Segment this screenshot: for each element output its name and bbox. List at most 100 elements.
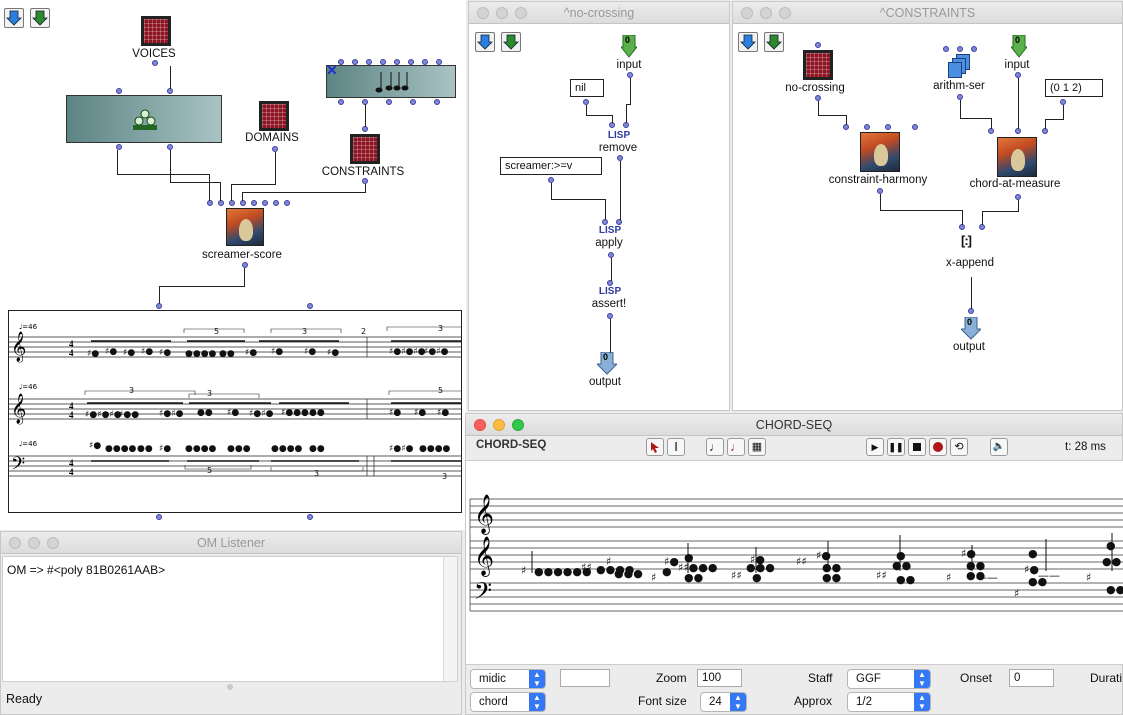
voice-outlet-4[interactable]: [410, 99, 416, 105]
close-x-icon[interactable]: ✕: [326, 62, 338, 79]
voice-inlet-8[interactable]: [436, 59, 442, 65]
minimize-button[interactable]: [496, 7, 508, 19]
zoom-button[interactable]: [47, 537, 59, 549]
constraints-box-icon[interactable]: [350, 134, 380, 164]
voice-outlet-5[interactable]: [434, 99, 440, 105]
blank-field[interactable]: [560, 669, 610, 687]
loop-button[interactable]: ⟲: [950, 438, 968, 456]
chord-tool-button[interactable]: ♩: [727, 438, 745, 456]
output-arrow-button[interactable]: [30, 8, 50, 28]
chord-seq-staff-area[interactable]: 𝄞 𝄞 𝄢 ♯ ●●●●●● ♯♯ ●●●● ♯ ●●● ♯ ● ♯● ♯♯●●● ● ●● …: [466, 460, 1123, 665]
voice-inlet-7[interactable]: [422, 59, 428, 65]
input-arrow-button[interactable]: [475, 32, 495, 52]
text-tool-button[interactable]: I: [667, 438, 685, 456]
listener-output-area[interactable]: OM => #<poly 81B0261AAB>: [2, 556, 458, 682]
chord-seq-titlebar[interactable]: CHORD-SEQ: [466, 414, 1122, 436]
score-inlet-1[interactable]: [156, 303, 162, 309]
chord-at-measure-icon[interactable]: [997, 137, 1037, 177]
main-patch-canvas[interactable]: VOICES DOMAINS ✕ CONSTRAINTS screamer-sc…: [0, 0, 466, 530]
poly-box[interactable]: [66, 95, 222, 143]
zoom-button[interactable]: [512, 419, 524, 431]
note-tool-button[interactable]: ♩: [706, 438, 724, 456]
stop-button[interactable]: [908, 438, 926, 456]
onset-input[interactable]: 0: [1009, 669, 1054, 687]
voice-inlet-2[interactable]: [352, 59, 358, 65]
voice-outlet-1[interactable]: [338, 99, 344, 105]
arithm-inlet-3[interactable]: [971, 46, 977, 52]
screamer-inlet-8[interactable]: [284, 200, 290, 206]
voice-box[interactable]: [326, 65, 456, 98]
voice-inlet-6[interactable]: [408, 59, 414, 65]
voice-inlet-3[interactable]: [366, 59, 372, 65]
zoom-input[interactable]: 100: [697, 669, 742, 687]
nil-value-box[interactable]: nil: [570, 79, 604, 97]
screamer-inlet-6[interactable]: [262, 200, 268, 206]
voices-outlet[interactable]: [152, 60, 158, 66]
record-button[interactable]: [929, 438, 947, 456]
screamer-outlet[interactable]: [242, 262, 248, 268]
poly-score-display[interactable]: 𝄞 𝄞 𝄢 44 44 44 ♩=46 ♩=46 ♩=46 ♯● ♯● ♯● ♯● ♯●…: [8, 310, 462, 513]
minimize-button[interactable]: [493, 419, 505, 431]
score-outlet-1[interactable]: [156, 514, 162, 520]
arrow-tool-button[interactable]: [646, 438, 664, 456]
harmony-inlet-2[interactable]: [864, 124, 870, 130]
pause-button[interactable]: ❚❚: [887, 438, 905, 456]
score-tool-button[interactable]: ▦: [748, 438, 766, 456]
input-box[interactable]: 0: [1009, 34, 1029, 59]
approx-select[interactable]: 1/2 ▲ ▼: [847, 692, 931, 712]
voices-box-icon[interactable]: [141, 16, 171, 46]
listener-titlebar[interactable]: OM Listener: [1, 532, 461, 554]
score-outlet-2[interactable]: [307, 514, 313, 520]
constraints-titlebar[interactable]: ^CONSTRAINTS: [733, 2, 1122, 24]
no-crossing-titlebar[interactable]: ^no-crossing: [469, 2, 729, 24]
input-arrow-button[interactable]: [738, 32, 758, 52]
close-button[interactable]: [474, 419, 486, 431]
font-size-select[interactable]: 24 ▲ ▼: [700, 692, 747, 712]
zoom-button[interactable]: [515, 7, 527, 19]
voice-outlet-3[interactable]: [386, 99, 392, 105]
screamer-inlet-2[interactable]: [218, 200, 224, 206]
screamer-score-icon[interactable]: [226, 208, 264, 246]
x-append-icon[interactable]: [:]: [961, 233, 983, 253]
output-box[interactable]: 0: [959, 316, 983, 341]
arithm-ser-icon[interactable]: [948, 54, 972, 78]
voice-inlet-4[interactable]: [380, 59, 386, 65]
output-arrow-button[interactable]: [501, 32, 521, 52]
screamer-inlet-1[interactable]: [207, 200, 213, 206]
listener-scrollbar[interactable]: [443, 557, 457, 681]
no-crossing-window[interactable]: ^no-crossing 0 input nil LISP remove scr…: [468, 1, 730, 411]
constraint-harmony-icon[interactable]: [860, 132, 900, 172]
staff-select[interactable]: GGF ▲ ▼: [847, 669, 931, 689]
input-arrow-button[interactable]: [4, 8, 24, 28]
close-button[interactable]: [477, 7, 489, 19]
arithm-inlet-1[interactable]: [943, 46, 949, 52]
no-crossing-icon[interactable]: [803, 50, 833, 80]
screamer-value-box[interactable]: screamer:>=v: [500, 157, 602, 175]
resize-handle[interactable]: [227, 684, 233, 690]
close-button[interactable]: [9, 537, 21, 549]
voice-inlet-1[interactable]: [338, 59, 344, 65]
list-value-box[interactable]: (0 1 2): [1045, 79, 1103, 97]
output-box[interactable]: 0: [595, 351, 619, 376]
poly-inlet-1[interactable]: [116, 88, 122, 94]
audio-button[interactable]: 🔈: [990, 438, 1008, 456]
screamer-inlet-4[interactable]: [240, 200, 246, 206]
minimize-button[interactable]: [28, 537, 40, 549]
no-crossing-inlet[interactable]: [815, 42, 821, 48]
zoom-button[interactable]: [779, 7, 791, 19]
input-box[interactable]: 0: [619, 34, 639, 59]
close-button[interactable]: [741, 7, 753, 19]
minimize-button[interactable]: [760, 7, 772, 19]
domains-box-icon[interactable]: [259, 101, 289, 131]
chord-select[interactable]: chord ▲ ▼: [470, 692, 546, 712]
output-arrow-button[interactable]: [764, 32, 784, 52]
arithm-inlet-2[interactable]: [957, 46, 963, 52]
score-inlet-2[interactable]: [307, 303, 313, 309]
voice-inlet-5[interactable]: [394, 59, 400, 65]
screamer-inlet-3[interactable]: [229, 200, 235, 206]
constraints-window[interactable]: ^CONSTRAINTS no-crossing arithm-ser 0 in…: [732, 1, 1123, 411]
screamer-inlet-5[interactable]: [251, 200, 257, 206]
play-button[interactable]: ▶: [866, 438, 884, 456]
listener-window[interactable]: OM Listener OM => #<poly 81B0261AAB> Rea…: [0, 531, 462, 715]
harmony-inlet-3[interactable]: [885, 124, 891, 130]
